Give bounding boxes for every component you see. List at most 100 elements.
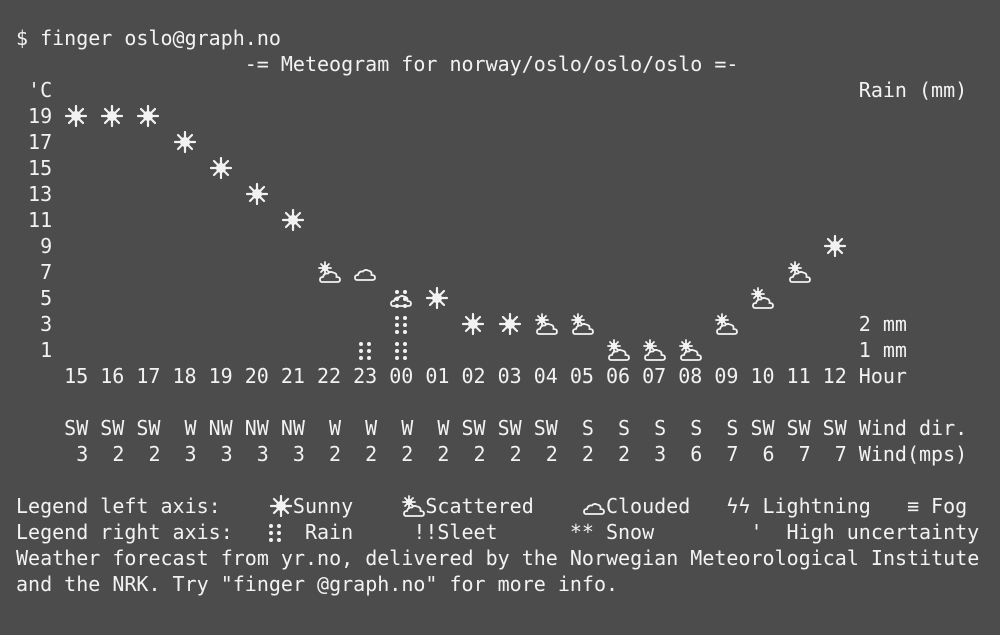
hour-label: 15 [64, 364, 89, 388]
scattered-clouds-icon [534, 311, 558, 337]
wind-speed: 2 [618, 442, 631, 466]
hour-label: 07 [642, 364, 667, 388]
y-tick-label: 7 [40, 260, 53, 284]
wind-direction: SW [497, 416, 522, 440]
wind-speed: 2 [473, 442, 486, 466]
left-axis-unit: 'C [28, 78, 53, 102]
legend-lightning: Lightning [762, 494, 871, 518]
terminal-window: { "terminal": { "prompt": "$ finger oslo… [0, 0, 1000, 635]
hour-axis-label: Hour [858, 364, 907, 388]
rain-icon [389, 285, 413, 311]
y-tick-label: 19 [28, 104, 53, 128]
wind-direction: SW [136, 416, 161, 440]
scattered-clouds-icon [317, 259, 341, 285]
legend-scattered: Scattered [425, 494, 534, 518]
hour-label: 17 [136, 364, 161, 388]
hour-label: 04 [533, 364, 558, 388]
wind-direction: W [184, 416, 197, 440]
lightning-icon: ϟϟ [726, 494, 751, 518]
hour-label: 06 [605, 364, 631, 388]
wind-direction: SW [786, 416, 811, 440]
wind-speed: 2 [112, 442, 125, 466]
legend-right-label: Legend right axis: [16, 520, 233, 544]
wind-speed: 3 [220, 442, 233, 466]
y-tick-label: 3 [40, 312, 53, 336]
sun-icon [136, 103, 160, 129]
wind-direction: NW [208, 416, 233, 440]
legend-uncertainty: High uncertainty [786, 520, 980, 544]
wind-direction: S [690, 416, 703, 440]
footer-line: Weather forecast from yr.no, delivered b… [16, 546, 980, 570]
wind-speed: 6 [690, 442, 703, 466]
wind-speed: 2 [401, 442, 414, 466]
hour-label: 08 [678, 364, 703, 388]
hour-label: 09 [714, 364, 739, 388]
wind-direction: W [401, 416, 414, 440]
hour-label: 20 [244, 364, 269, 388]
wind-direction: W [329, 416, 342, 440]
right-axis-unit: Rain (mm) [858, 78, 968, 102]
legend-clouded: Clouded [605, 494, 691, 518]
sun-icon [100, 103, 124, 129]
wind-direction: NW [244, 416, 269, 440]
rain-icon [389, 311, 413, 337]
y-tick-label: 1 [40, 338, 53, 362]
sleet-icon: !! [413, 520, 438, 544]
wind-dir-label: Wind dir. [858, 416, 968, 440]
hour-label: 21 [280, 364, 305, 388]
legend-rain: Rain [304, 520, 354, 544]
wind-direction: SW [822, 416, 847, 440]
y-tick-label: 13 [28, 182, 53, 206]
scattered-clouds-icon [787, 259, 811, 285]
wind-speed: 2 [148, 442, 161, 466]
sun-icon [245, 181, 269, 207]
wind-direction: SW [750, 416, 775, 440]
hour-label: 23 [353, 364, 378, 388]
wind-speed: 2 [581, 442, 594, 466]
hour-label: 05 [569, 364, 594, 388]
meteogram-title: -= Meteogram for norway/oslo/oslo/oslo =… [244, 52, 739, 76]
wind-speed: 2 [329, 442, 342, 466]
wind-speed: 6 [762, 442, 775, 466]
wind-direction: S [654, 416, 667, 440]
hour-label: 03 [497, 364, 522, 388]
y-tick-label: 17 [28, 130, 53, 154]
scattered-clouds-icon [570, 311, 594, 337]
hour-label: 10 [750, 364, 775, 388]
command-prompt: $ finger oslo@graph.no [16, 26, 281, 50]
wind-speed: 7 [726, 442, 739, 466]
y-tick-label: 5 [40, 286, 53, 310]
cloud-icon [353, 259, 377, 285]
wind-speed: 2 [509, 442, 522, 466]
scattered-clouds-icon [642, 337, 666, 363]
legend-left-label: Legend left axis: [16, 494, 221, 518]
hour-label: 16 [100, 364, 125, 388]
wind-speed: 3 [184, 442, 197, 466]
wind-speed: 3 [292, 442, 305, 466]
hour-label: 12 [822, 364, 847, 388]
wind-direction: SW [533, 416, 558, 440]
y-tick-label: 15 [28, 156, 53, 180]
legend-sleet: Sleet [437, 520, 498, 544]
legend-fog: Fog [931, 494, 968, 518]
wind-speed: 3 [654, 442, 667, 466]
hour-label: 22 [317, 364, 342, 388]
wind-speed: 7 [834, 442, 847, 466]
wind-speed: 3 [76, 442, 89, 466]
rain-icon [263, 519, 287, 545]
snow-icon: ** [569, 520, 594, 544]
rain-tick-label: 1 mm [858, 338, 907, 362]
legend-snow: Snow [605, 520, 655, 544]
wind-speed: 2 [545, 442, 558, 466]
sun-icon [425, 285, 449, 311]
sun-icon [269, 493, 293, 519]
sun-icon [461, 311, 485, 337]
scattered-clouds-icon [714, 311, 739, 337]
wind-direction: S [581, 416, 594, 440]
cloud-icon [582, 493, 606, 519]
hour-label: 19 [208, 364, 233, 388]
wind-direction: W [365, 416, 378, 440]
wind-direction: S [618, 416, 631, 440]
sun-icon [498, 311, 522, 337]
wind-speed: 3 [256, 442, 269, 466]
